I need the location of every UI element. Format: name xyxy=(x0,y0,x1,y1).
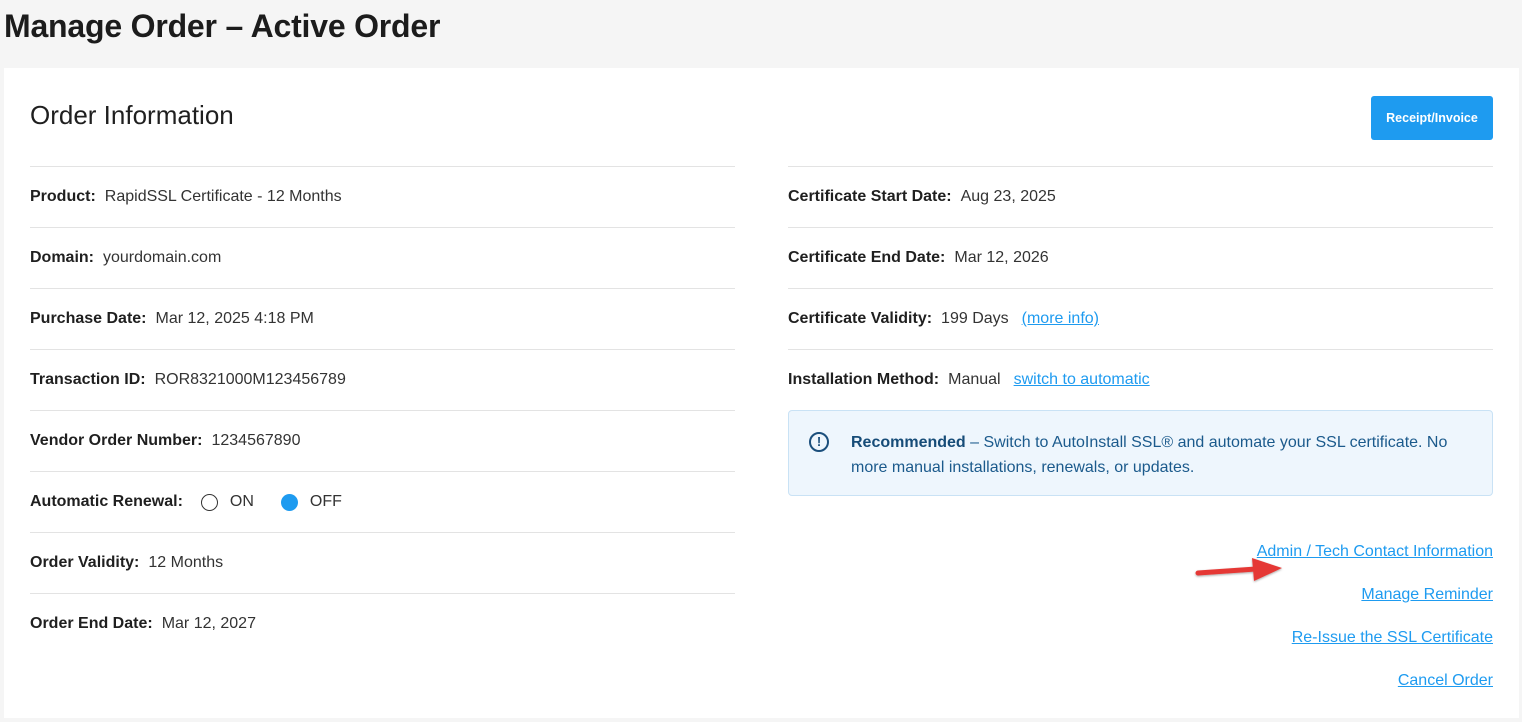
domain-label: Domain: xyxy=(30,249,94,266)
purchase-date-row: Purchase Date: Mar 12, 2025 4:18 PM xyxy=(30,288,735,349)
more-info-link[interactable]: (more info) xyxy=(1022,310,1099,328)
automatic-renewal-radio-group: ON OFF xyxy=(192,493,360,511)
automatic-renewal-row: Automatic Renewal: ON OFF xyxy=(30,471,735,532)
reissue-ssl-certificate-link[interactable]: Re-Issue the SSL Certificate xyxy=(1292,624,1493,667)
certificate-start-date-row: Certificate Start Date: Aug 23, 2025 xyxy=(788,166,1493,227)
notice-text: Recommended – Switch to AutoInstall SSL®… xyxy=(851,430,1462,495)
order-end-date-label: Order End Date: xyxy=(30,615,153,632)
domain-value: yourdomain.com xyxy=(103,249,222,266)
product-row: Product: RapidSSL Certificate - 12 Month… xyxy=(30,166,735,227)
purchase-date-label: Purchase Date: xyxy=(30,310,147,327)
transaction-id-label: Transaction ID: xyxy=(30,371,146,388)
installation-method-label: Installation Method: xyxy=(788,371,940,388)
order-end-date-row: Order End Date: Mar 12, 2027 xyxy=(30,593,735,654)
red-arrow-annotation-icon xyxy=(1195,558,1282,581)
product-value: RapidSSL Certificate - 12 Months xyxy=(104,188,342,205)
cancel-order-link[interactable]: Cancel Order xyxy=(1398,667,1493,710)
renewal-off-radio[interactable] xyxy=(280,493,298,511)
domain-row: Domain: yourdomain.com xyxy=(30,227,735,288)
order-validity-value: 12 Months xyxy=(148,554,224,571)
renewal-on-radio[interactable] xyxy=(200,493,218,511)
vendor-order-number-row: Vendor Order Number: 1234567890 xyxy=(30,410,735,471)
automatic-renewal-label: Automatic Renewal: xyxy=(30,493,183,510)
manage-reminder-link[interactable]: Manage Reminder xyxy=(1361,581,1493,624)
order-information-card: Order Information Receipt/Invoice Produc… xyxy=(4,68,1519,718)
notice-strong: Recommended xyxy=(851,434,966,451)
info-icon: ! xyxy=(809,432,829,452)
certificate-validity-row: Certificate Validity: 199 Days (more inf… xyxy=(788,288,1493,349)
vendor-order-number-value: 1234567890 xyxy=(211,432,301,449)
renewal-on-label: ON xyxy=(229,493,254,510)
section-title: Order Information xyxy=(30,100,234,130)
transaction-id-value: ROR8321000M123456789 xyxy=(154,371,346,388)
certificate-start-date-label: Certificate Start Date: xyxy=(788,188,952,205)
page-title: Manage Order – Active Order xyxy=(4,8,441,44)
transaction-id-row: Transaction ID: ROR8321000M123456789 xyxy=(30,349,735,410)
order-actions: Admin / Tech Contact Information Manage … xyxy=(1257,538,1493,710)
renewal-off-label: OFF xyxy=(309,493,342,510)
installation-method-value: Manual xyxy=(948,371,1001,388)
order-end-date-value: Mar 12, 2027 xyxy=(161,615,256,632)
receipt-invoice-button[interactable]: Receipt/Invoice xyxy=(1371,96,1493,140)
installation-method-row: Installation Method: Manual switch to au… xyxy=(788,349,1493,410)
certificate-end-date-label: Certificate End Date: xyxy=(788,249,946,266)
order-details-right: Certificate Start Date: Aug 23, 2025 Cer… xyxy=(788,166,1493,496)
certificate-start-date-value: Aug 23, 2025 xyxy=(960,188,1056,205)
autoinstall-recommendation-notice: ! Recommended – Switch to AutoInstall SS… xyxy=(788,410,1493,496)
order-validity-row: Order Validity: 12 Months xyxy=(30,532,735,593)
certificate-validity-label: Certificate Validity: xyxy=(788,310,933,327)
order-validity-label: Order Validity: xyxy=(30,554,140,571)
certificate-end-date-row: Certificate End Date: Mar 12, 2026 xyxy=(788,227,1493,288)
order-details-left: Product: RapidSSL Certificate - 12 Month… xyxy=(30,166,735,654)
purchase-date-value: Mar 12, 2025 4:18 PM xyxy=(155,310,314,327)
certificate-end-date-value: Mar 12, 2026 xyxy=(954,249,1049,266)
admin-tech-contact-link[interactable]: Admin / Tech Contact Information xyxy=(1257,538,1493,581)
vendor-order-number-label: Vendor Order Number: xyxy=(30,432,203,449)
switch-to-automatic-link[interactable]: switch to automatic xyxy=(1014,371,1150,389)
certificate-validity-value: 199 Days xyxy=(941,310,1009,327)
product-label: Product: xyxy=(30,188,96,205)
